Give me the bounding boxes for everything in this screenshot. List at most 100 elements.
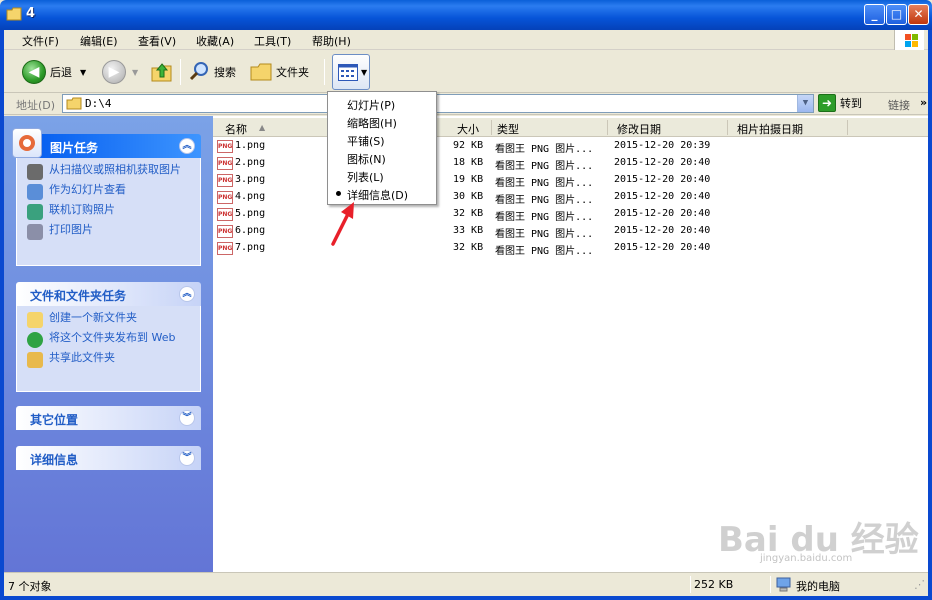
picture-tasks-panel: 图片任务 ︽ 从扫描仪或照相机获取图片 作为幻灯片查看 联机订购照片 打印图片 [12, 128, 201, 266]
task-get-from-scanner[interactable]: 从扫描仪或照相机获取图片 [27, 164, 192, 180]
slideshow-icon [27, 184, 43, 200]
png-file-icon: PNG [217, 140, 233, 153]
file-row[interactable]: PNG 5.png 32 KB 看图王 PNG 图片... 2015-12-20… [213, 206, 928, 223]
png-file-icon: PNG [217, 174, 233, 187]
task-publish-web[interactable]: 将这个文件夹发布到 Web [27, 332, 192, 348]
other-places-title: 其它位置 [30, 413, 79, 427]
file-type: 看图王 PNG 图片... [495, 144, 594, 155]
menu-favorites[interactable]: 收藏(A) [196, 33, 234, 49]
resize-grip-icon[interactable]: ⋰ [914, 578, 925, 591]
minimize-button[interactable]: _ [864, 4, 885, 25]
close-button[interactable]: ✕ [908, 4, 929, 25]
address-input[interactable]: D:\4 ▼ [62, 94, 814, 113]
file-name: 7.png [235, 242, 266, 253]
file-size: 18 KB [453, 157, 484, 168]
collapse-chevron-icon[interactable]: ︽ [179, 138, 195, 154]
my-computer-icon [776, 577, 791, 592]
view-icons[interactable]: 图标(N) [347, 151, 386, 167]
address-dropdown-icon[interactable]: ▼ [797, 95, 813, 112]
toolbar-separator [180, 59, 181, 85]
view-filmstrip[interactable]: 幻灯片(P) [347, 97, 395, 113]
file-row[interactable]: PNG 2.png 18 KB 看图王 PNG 图片... 2015-12-20… [213, 155, 928, 172]
title-bar[interactable]: 4 _ □ ✕ [0, 0, 932, 30]
picture-tasks-header[interactable]: 图片任务 ︽ [12, 128, 201, 158]
file-name: 4.png [235, 191, 266, 202]
views-button[interactable]: ▼ [332, 54, 370, 90]
toolbar: ◀ 后退 ▼ ▶ ▼ 搜索 文件夹 ▼ [4, 51, 928, 93]
task-share-folder[interactable]: 共享此文件夹 [27, 352, 192, 368]
views-menu: 幻灯片(P) 缩略图(H) 平铺(S) 图标(N) 列表(L) 详细信息(D) [327, 91, 437, 205]
task-print-pictures[interactable]: 打印图片 [27, 224, 192, 240]
file-type: 看图王 PNG 图片... [495, 246, 594, 257]
file-row[interactable]: PNG 1.png 92 KB 看图王 PNG 图片... 2015-12-20… [213, 138, 928, 155]
file-type: 看图王 PNG 图片... [495, 161, 594, 172]
task-view-slideshow[interactable]: 作为幻灯片查看 [27, 184, 192, 200]
expand-chevron-icon[interactable]: ︾ [179, 450, 195, 466]
links-chevron-icon[interactable]: » [920, 96, 927, 109]
back-dropdown-icon[interactable]: ▼ [80, 68, 86, 77]
window-frame-right [928, 30, 932, 600]
file-size: 19 KB [453, 174, 484, 185]
column-name[interactable]: 名称 [225, 121, 247, 137]
column-divider[interactable] [491, 120, 492, 135]
view-tiles[interactable]: 平铺(S) [347, 133, 385, 149]
column-taken[interactable]: 相片拍摄日期 [737, 121, 803, 137]
file-row[interactable]: PNG 7.png 32 KB 看图王 PNG 图片... 2015-12-20… [213, 240, 928, 257]
file-size: 30 KB [453, 191, 484, 202]
file-tasks-header[interactable]: 文件和文件夹任务 ︽ [16, 282, 201, 306]
column-header: 名称 ▲ 大小 类型 修改日期 相片拍摄日期 [213, 118, 928, 137]
file-name: 2.png [235, 157, 266, 168]
view-list[interactable]: 列表(L) [347, 169, 384, 185]
maximize-button[interactable]: □ [886, 4, 907, 25]
view-thumbnails[interactable]: 缩略图(H) [347, 115, 397, 131]
window-frame-bottom [0, 596, 932, 600]
picture-tasks-title: 图片任务 [50, 141, 99, 155]
details-header[interactable]: 详细信息 ︾ [16, 446, 201, 470]
back-label: 后退 [50, 66, 72, 79]
links-button[interactable]: 链接 [888, 97, 910, 113]
png-file-icon: PNG [217, 191, 233, 204]
column-divider[interactable] [727, 120, 728, 135]
search-label: 搜索 [214, 66, 236, 79]
collapse-chevron-icon[interactable]: ︽ [179, 286, 195, 302]
new-folder-icon [27, 312, 43, 328]
file-name: 6.png [235, 225, 266, 236]
expand-chevron-icon[interactable]: ︾ [179, 410, 195, 426]
file-size: 33 KB [453, 225, 484, 236]
column-type[interactable]: 类型 [497, 121, 519, 137]
folders-icon [250, 63, 272, 81]
column-divider[interactable] [607, 120, 608, 135]
folder-icon [66, 97, 82, 110]
forward-dropdown-icon[interactable]: ▼ [132, 68, 138, 77]
menu-tools[interactable]: 工具(T) [254, 33, 291, 49]
column-modified[interactable]: 修改日期 [617, 121, 661, 137]
file-modified: 2015-12-20 20:40 [614, 242, 711, 253]
column-divider[interactable] [847, 120, 848, 135]
share-folder-icon [27, 352, 43, 368]
task-order-prints[interactable]: 联机订购照片 [27, 204, 192, 220]
menu-view[interactable]: 查看(V) [138, 33, 176, 49]
search-button[interactable]: 搜索 [188, 51, 236, 93]
up-folder-button[interactable] [150, 51, 174, 93]
menu-file[interactable]: 文件(F) [22, 33, 59, 49]
go-button[interactable]: ➜ 转到 [818, 94, 862, 112]
back-button[interactable]: ◀ 后退 ▼ [22, 51, 86, 93]
menu-help[interactable]: 帮助(H) [312, 33, 351, 49]
folder-icon [6, 7, 22, 21]
folders-button[interactable]: 文件夹 [250, 51, 309, 93]
back-arrow-icon: ◀ [22, 60, 46, 84]
go-label: 转到 [840, 97, 862, 110]
file-row[interactable]: PNG 6.png 33 KB 看图王 PNG 图片... 2015-12-20… [213, 223, 928, 240]
windows-logo-icon [894, 30, 924, 50]
file-modified: 2015-12-20 20:40 [614, 157, 711, 168]
address-bar: 地址(D) D:\4 ▼ ➜ 转到 链接 » [4, 93, 928, 115]
other-places-header[interactable]: 其它位置 ︾ [16, 406, 201, 430]
task-new-folder[interactable]: 创建一个新文件夹 [27, 312, 192, 328]
file-row[interactable]: PNG 3.png 19 KB 看图王 PNG 图片... 2015-12-20… [213, 172, 928, 189]
column-size[interactable]: 大小 [457, 121, 479, 137]
file-list: 名称 ▲ 大小 类型 修改日期 相片拍摄日期 PNG 1.png 92 KB 看… [213, 116, 928, 572]
forward-button[interactable]: ▶ ▼ [102, 51, 138, 93]
file-row[interactable]: PNG 4.png 30 KB 看图王 PNG 图片... 2015-12-20… [213, 189, 928, 206]
picture-tasks-icon [12, 128, 42, 158]
menu-edit[interactable]: 编辑(E) [80, 33, 118, 49]
